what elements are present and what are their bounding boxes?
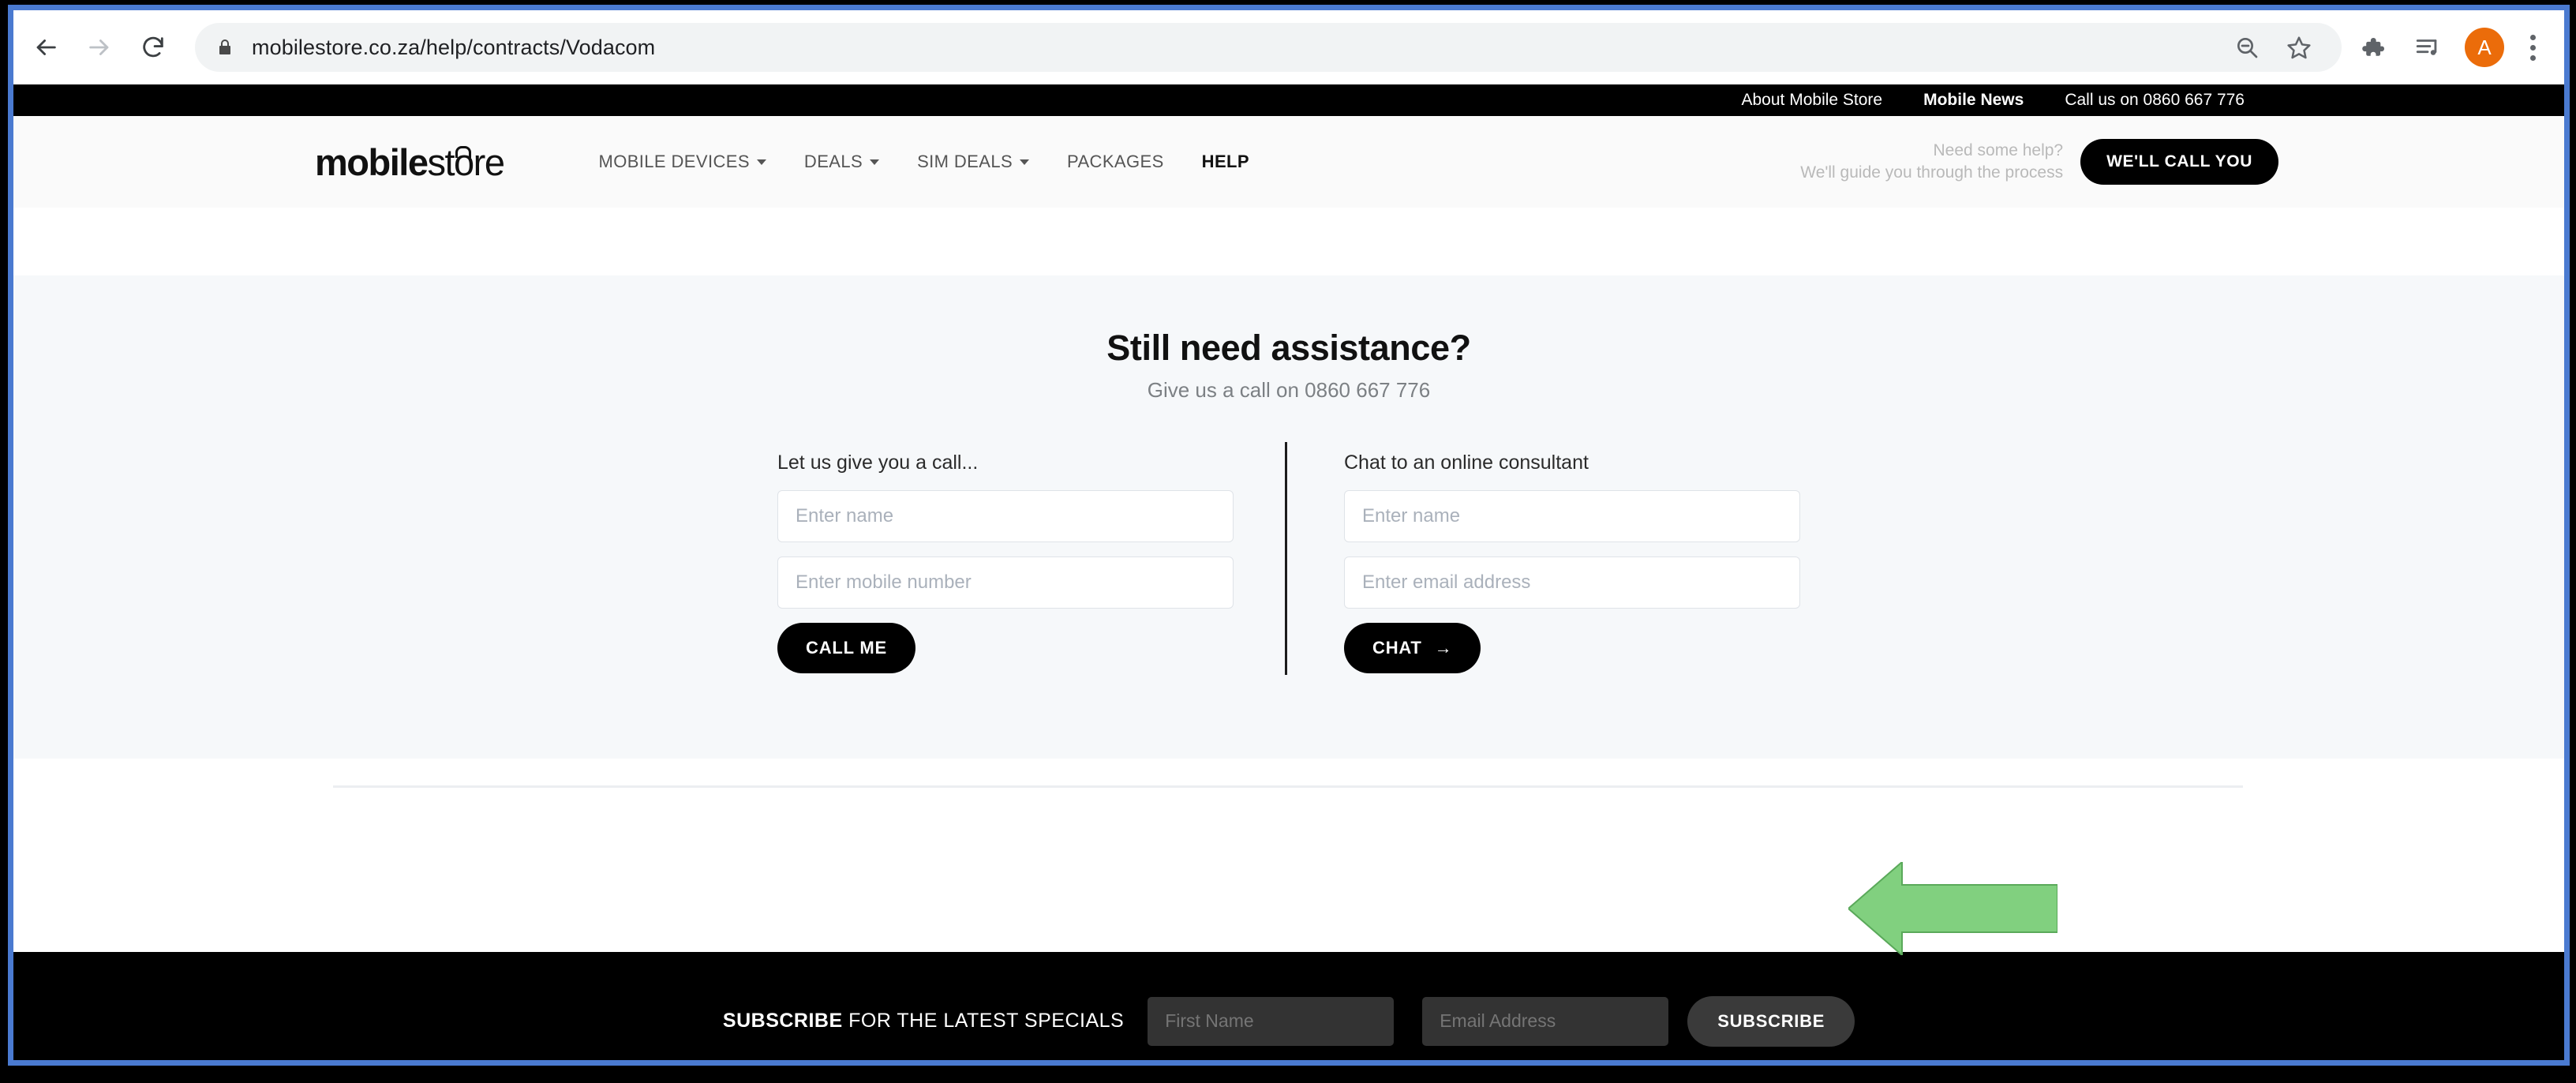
nav-label: SIM DEALS [917,152,1013,171]
utility-link-about[interactable]: About Mobile Store [1742,91,1883,110]
logo-light-part-a: st [427,141,455,183]
nav-label: DEALS [803,152,863,171]
call-me-form-label: Let us give you a call... [777,452,979,474]
lock-icon [215,37,234,58]
call-me-button-label: CALL ME [806,638,887,658]
forward-arrow-icon [78,26,121,69]
subscribe-email-input[interactable] [1422,996,1669,1046]
assistance-forms: Let us give you a call... CALL ME Chat t… [13,442,2564,675]
nav-item-deals[interactable]: DEALS [785,152,898,172]
header-help-line2: We'll guide you through the process [1800,163,2064,182]
nav-item-help[interactable]: HELP [1183,152,1268,172]
page-subtitle: Give us a call on 0860 667 776 [1147,378,1431,402]
subscribe-label: SUBSCRIBE FOR THE LATEST SPECIALS [723,1010,1124,1032]
header-help-text: Need some help? We'll guide you through … [1800,140,2063,185]
chat-name-input[interactable] [1344,490,1800,542]
chevron-down-icon [1020,159,1030,165]
logo-bold-part: mobile [315,141,429,183]
back-arrow-icon[interactable] [24,26,67,69]
content-spacer [13,759,2564,952]
right-arrow-icon: → [1434,638,1453,658]
section-divider [333,785,2243,788]
form-divider [1285,442,1287,675]
url-text: mobilestore.co.za/help/contracts/Vodacom [252,35,656,59]
chat-form-label: Chat to an online consultant [1344,452,1589,474]
site-header: mobilestore MOBILE DEVICES DEALS SIM DEA… [13,116,2564,208]
nav-label: MOBILE DEVICES [598,152,750,171]
screenshot-root: mobilestore.co.za/help/contracts/Vodacom [0,0,2576,1083]
utility-link-call-us[interactable]: Call us on 0860 667 776 [2065,91,2245,110]
call-me-mobile-input[interactable] [777,556,1234,609]
avatar-initial: A [2477,35,2492,59]
nav-item-packages[interactable]: PACKAGES [1048,152,1183,172]
subscribe-label-rest: FOR THE LATEST SPECIALS [842,1010,1125,1032]
puzzle-piece-icon[interactable] [2348,23,2397,72]
subscribe-bar: SUBSCRIBE FOR THE LATEST SPECIALS SUBSCR… [13,952,2564,1060]
address-bar[interactable]: mobilestore.co.za/help/contracts/Vodacom [195,23,2342,72]
subscribe-button[interactable]: SUBSCRIBE [1687,995,1855,1047]
browser-window-frame: mobilestore.co.za/help/contracts/Vodacom [8,5,2570,1066]
chat-button[interactable]: CHAT → [1344,623,1481,673]
three-dot-menu-icon[interactable] [2512,23,2553,72]
utility-link-news[interactable]: Mobile News [1923,91,2024,110]
call-me-button[interactable]: CALL ME [777,623,915,673]
media-list-icon[interactable] [2403,23,2452,72]
logo-ring-o: o [454,141,474,183]
call-me-form: Let us give you a call... CALL ME [777,452,1234,673]
browser-toolbar: mobilestore.co.za/help/contracts/Vodacom [13,10,2564,84]
avatar[interactable]: A [2465,28,2504,67]
nav-label: HELP [1201,152,1249,171]
logo-light-part-b: re [473,141,505,183]
reload-icon[interactable] [132,26,174,69]
chat-email-input[interactable] [1344,556,1800,609]
star-icon[interactable] [2277,25,2321,69]
browser-actions: A [2342,23,2564,72]
header-call-cta: Need some help? We'll guide you through … [1800,139,2278,185]
site-logo[interactable]: mobilestore [315,141,505,183]
chat-form: Chat to an online consultant CHAT → [1344,452,1800,673]
web-page-viewport: About Mobile Store Mobile News Call us o… [13,84,2564,1060]
main-navigation: MOBILE DEVICES DEALS SIM DEALS PACKAGES … [579,152,1267,172]
zoom-out-icon[interactable] [2225,25,2269,69]
site-footer: SUBSCRIBE FOR THE LATEST SPECIALS SUBSCR… [13,952,2564,1060]
assistance-section: Still need assistance? Give us a call on… [13,275,2564,759]
chat-button-label: CHAT [1372,638,1422,658]
nav-item-mobile-devices[interactable]: MOBILE DEVICES [579,152,784,172]
nav-item-sim-deals[interactable]: SIM DEALS [898,152,1048,172]
header-help-line1: Need some help? [1933,141,2064,159]
utility-bar: About Mobile Store Mobile News Call us o… [13,84,2564,116]
page-title: Still need assistance? [1106,328,1471,368]
chevron-down-icon [756,159,766,165]
subscribe-label-bold: SUBSCRIBE [722,1010,843,1032]
call-me-name-input[interactable] [777,490,1234,542]
chevron-down-icon [870,159,880,165]
subscribe-first-name-input[interactable] [1148,996,1395,1046]
header-well-call-you-button[interactable]: WE'LL CALL YOU [2080,139,2278,185]
nav-label: PACKAGES [1067,152,1164,171]
header-spacer [13,208,2564,275]
